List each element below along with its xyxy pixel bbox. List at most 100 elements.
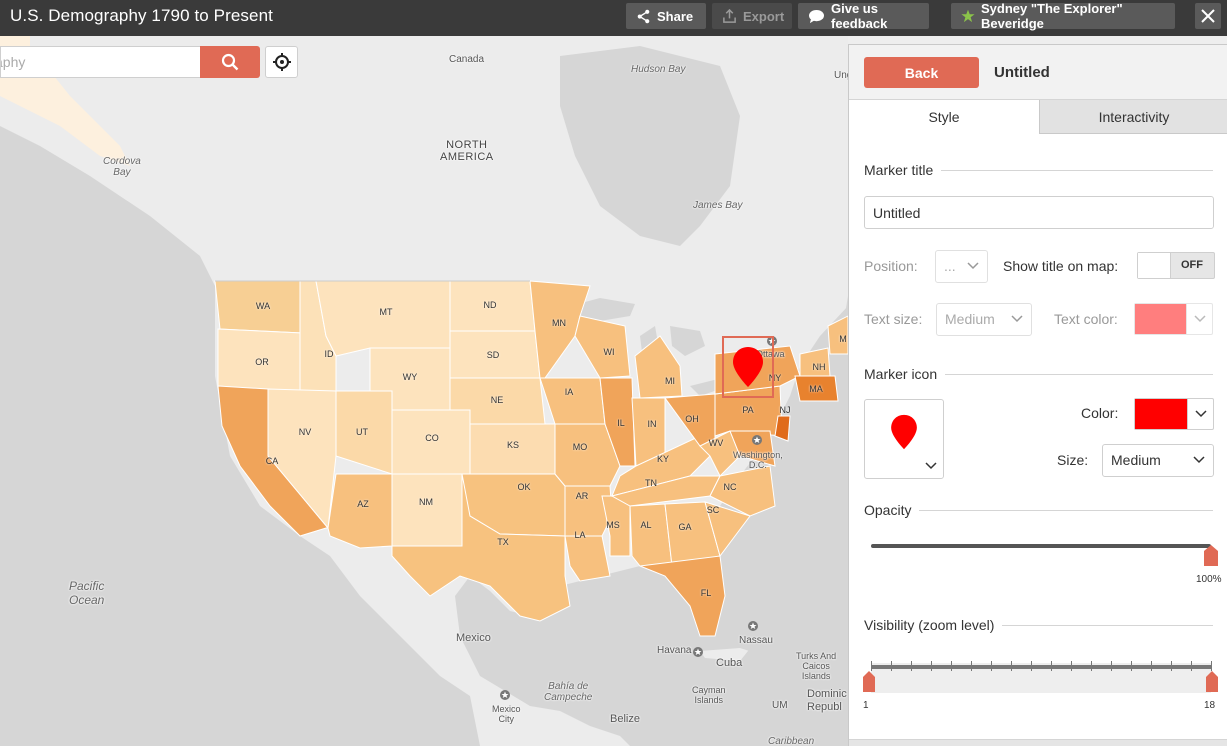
tab-style[interactable]: Style — [849, 100, 1039, 134]
marker-color-dropdown[interactable] — [1187, 399, 1213, 429]
marker-size-select[interactable]: Medium — [1102, 444, 1214, 477]
search-input[interactable]: aphy — [0, 46, 200, 78]
section-marker-title: Marker title — [864, 162, 942, 178]
state-label-tn: TN — [645, 478, 657, 488]
zoom-tick — [1111, 661, 1112, 671]
state-label-ok: OK — [517, 482, 531, 492]
tab-interactivity[interactable]: Interactivity — [1039, 100, 1227, 134]
marker-pin-icon — [891, 414, 917, 450]
state-label-wv: WV — [708, 438, 724, 448]
label-ung: Ung — [834, 70, 848, 81]
state-label-pa: PA — [742, 405, 754, 415]
marker-size-value: Medium — [1111, 452, 1161, 468]
label-mexico-city-line1: Mexico — [492, 704, 521, 714]
zoom-max-value: 18 — [1204, 700, 1216, 711]
position-select-value: ... — [944, 258, 956, 274]
opacity-slider-handle[interactable] — [1203, 545, 1219, 567]
label-mexico: Mexico — [456, 632, 491, 644]
state-label-tx: TX — [497, 537, 509, 547]
locate-button[interactable] — [265, 46, 298, 78]
back-button[interactable]: Back — [864, 57, 979, 88]
text-color-dropdown[interactable] — [1186, 304, 1212, 334]
state-label-il: IL — [617, 418, 625, 428]
state-label-ms: MS — [606, 520, 620, 530]
label-dominican: Dominic Republ — [807, 688, 847, 714]
zoom-tick — [871, 661, 872, 671]
marker-icon-picker[interactable] — [864, 399, 944, 479]
label-turks-caicos: Turks And Caicos Islands — [796, 651, 836, 681]
crosshair-icon — [272, 53, 291, 71]
opacity-slider-track[interactable] — [871, 544, 1211, 548]
user-account-button[interactable]: Sydney "The Explorer" Beveridge — [951, 1, 1175, 31]
text-size-label: Text size: — [864, 311, 923, 327]
text-color-label: Text color: — [1054, 311, 1118, 327]
state-label-ut: UT — [356, 427, 368, 437]
position-select[interactable]: ... — [935, 250, 988, 283]
search-input-text: aphy — [1, 54, 26, 70]
panel-footer — [849, 739, 1227, 746]
opacity-value: 100% — [1196, 574, 1222, 585]
share-button[interactable]: Share — [626, 3, 706, 29]
app-title: U.S. Demography 1790 to Present — [10, 6, 273, 25]
label-cordova-line1: Cordova — [103, 156, 141, 167]
zoom-tick — [1071, 661, 1072, 671]
panel-tabs: Style Interactivity — [849, 100, 1227, 134]
export-button[interactable]: Export — [712, 3, 792, 29]
label-bahia-line1: Bahía de — [548, 681, 589, 692]
label-canada: Canada — [449, 54, 485, 65]
label-cayman-line1: Cayman — [692, 685, 726, 695]
close-button[interactable] — [1195, 3, 1221, 29]
label-dominican-line1: Dominic — [807, 688, 847, 700]
label-belize: Belize — [610, 713, 640, 725]
zoom-tick — [991, 661, 992, 671]
feedback-button[interactable]: Give us feedback — [798, 1, 929, 31]
basemap — [0, 36, 848, 746]
marker-title-input[interactable]: Untitled — [864, 196, 1214, 229]
chevron-down-icon — [1193, 456, 1205, 464]
state-label-sd: SD — [486, 350, 500, 360]
close-icon — [1201, 9, 1215, 23]
zoom-tick — [1131, 661, 1132, 671]
user-label: Sydney "The Explorer" Beveridge — [981, 1, 1123, 31]
marker-style-panel: Back Untitled Style Interactivity Marker… — [848, 44, 1227, 746]
zoom-range-track[interactable] — [871, 665, 1211, 669]
panel-title: Untitled — [994, 64, 1050, 81]
state-label-mn: MN — [552, 318, 566, 328]
show-title-toggle[interactable]: OFF — [1137, 252, 1215, 279]
toggle-off-text: OFF — [1181, 259, 1203, 271]
state-label-ma: MA — [809, 384, 823, 394]
label-north-america: NORTH AMERICA — [440, 139, 494, 163]
state-label-ca: CA — [265, 456, 279, 466]
label-washington: Washington, D.C. — [733, 450, 783, 470]
text-size-value: Medium — [945, 311, 995, 327]
map-canvas[interactable]: Canada Hudson Bay Ung NORTH AMERICA Cord… — [0, 36, 848, 746]
marker-color-swatch — [1135, 399, 1187, 429]
label-turks-line2: Caicos — [802, 661, 830, 671]
label-north-america-line2: AMERICA — [440, 151, 494, 163]
text-size-select[interactable]: Medium — [936, 303, 1032, 336]
zoom-min-handle[interactable] — [862, 671, 876, 693]
state-label-in: IN — [647, 419, 657, 429]
label-hudson-bay: Hudson Bay — [631, 64, 686, 75]
search-button[interactable] — [200, 46, 260, 78]
zoom-tick — [891, 661, 892, 671]
map-marker-pin-icon[interactable] — [732, 346, 764, 388]
label-pacific-ocean: Pacific Ocean — [69, 579, 104, 607]
export-icon — [723, 8, 736, 23]
label-bahia-line2: Campeche — [544, 692, 593, 703]
zoom-max-handle[interactable] — [1205, 671, 1219, 693]
share-icon — [637, 9, 650, 23]
state-label-nh: NH — [812, 362, 826, 372]
marker-color-picker[interactable] — [1134, 398, 1214, 430]
text-color-picker[interactable] — [1134, 303, 1213, 335]
state-label-or: OR — [255, 357, 269, 367]
state-label-la: LA — [574, 530, 586, 540]
color-label: Color: — [1081, 405, 1119, 421]
state-label-wy: WY — [402, 372, 418, 382]
zoom-tick — [951, 661, 952, 671]
speech-bubble-icon — [809, 9, 824, 23]
capital-mexico-city-icon — [500, 690, 510, 700]
zoom-tick — [1191, 661, 1192, 671]
zoom-tick — [911, 661, 912, 671]
label-cuba: Cuba — [716, 657, 743, 669]
